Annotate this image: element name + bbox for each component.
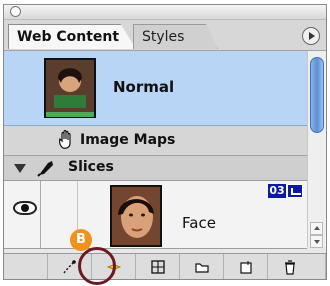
normal-thumb-bar (46, 112, 94, 117)
normal-label: Normal (113, 78, 175, 96)
visibility-column[interactable] (4, 181, 41, 248)
panel-titlebar (4, 5, 326, 20)
grid-icon (151, 260, 165, 274)
tab-web-content[interactable]: Web Content (8, 24, 136, 49)
normal-row[interactable]: Normal (4, 51, 307, 126)
highlight-ring (78, 247, 116, 285)
close-circle-icon[interactable] (10, 6, 21, 17)
tab-row: Web Content Styles (4, 20, 326, 51)
face-label: Face (182, 214, 216, 232)
pen-icon (63, 260, 76, 274)
scroll-up-arrow-icon[interactable] (310, 222, 323, 235)
image-maps-label: Image Maps (80, 132, 176, 148)
new-layer-icon (240, 261, 252, 274)
web-content-panel: Web Content Styles Normal Image Maps Sli… (3, 4, 327, 280)
slice-tool-icon (37, 161, 53, 177)
portrait-thumbnail-icon (46, 60, 94, 116)
face-slice-row[interactable]: Face 03 (4, 181, 307, 249)
tool-button-7[interactable] (268, 254, 326, 279)
slices-row[interactable]: Slices (4, 156, 307, 181)
eye-icon[interactable] (13, 201, 37, 215)
folder-icon (195, 263, 209, 273)
trash-icon (285, 260, 295, 275)
panel-footer-toolbar (4, 253, 326, 279)
scrollbar-thumb[interactable] (310, 57, 324, 133)
tab-styles[interactable]: Styles (133, 24, 218, 49)
slices-label: Slices (68, 159, 114, 175)
vertical-scrollbar[interactable] (307, 51, 326, 248)
tool-button-5[interactable] (180, 254, 224, 279)
tool-button-4[interactable] (136, 254, 180, 279)
tool-button-1[interactable] (4, 254, 48, 279)
disclosure-triangle-icon[interactable] (14, 164, 26, 173)
face-thumbnail (110, 185, 162, 247)
tool-button-6[interactable] (224, 254, 268, 279)
slice-number-badge: 03 (268, 184, 286, 198)
image-icon (287, 184, 303, 198)
hand-icon (59, 130, 71, 149)
scroll-down-arrow-icon[interactable] (310, 235, 323, 248)
panel-menu-icon[interactable] (302, 27, 320, 45)
image-maps-row[interactable]: Image Maps (4, 126, 307, 156)
face-thumbnail-icon (112, 187, 160, 245)
normal-thumbnail (44, 58, 96, 118)
